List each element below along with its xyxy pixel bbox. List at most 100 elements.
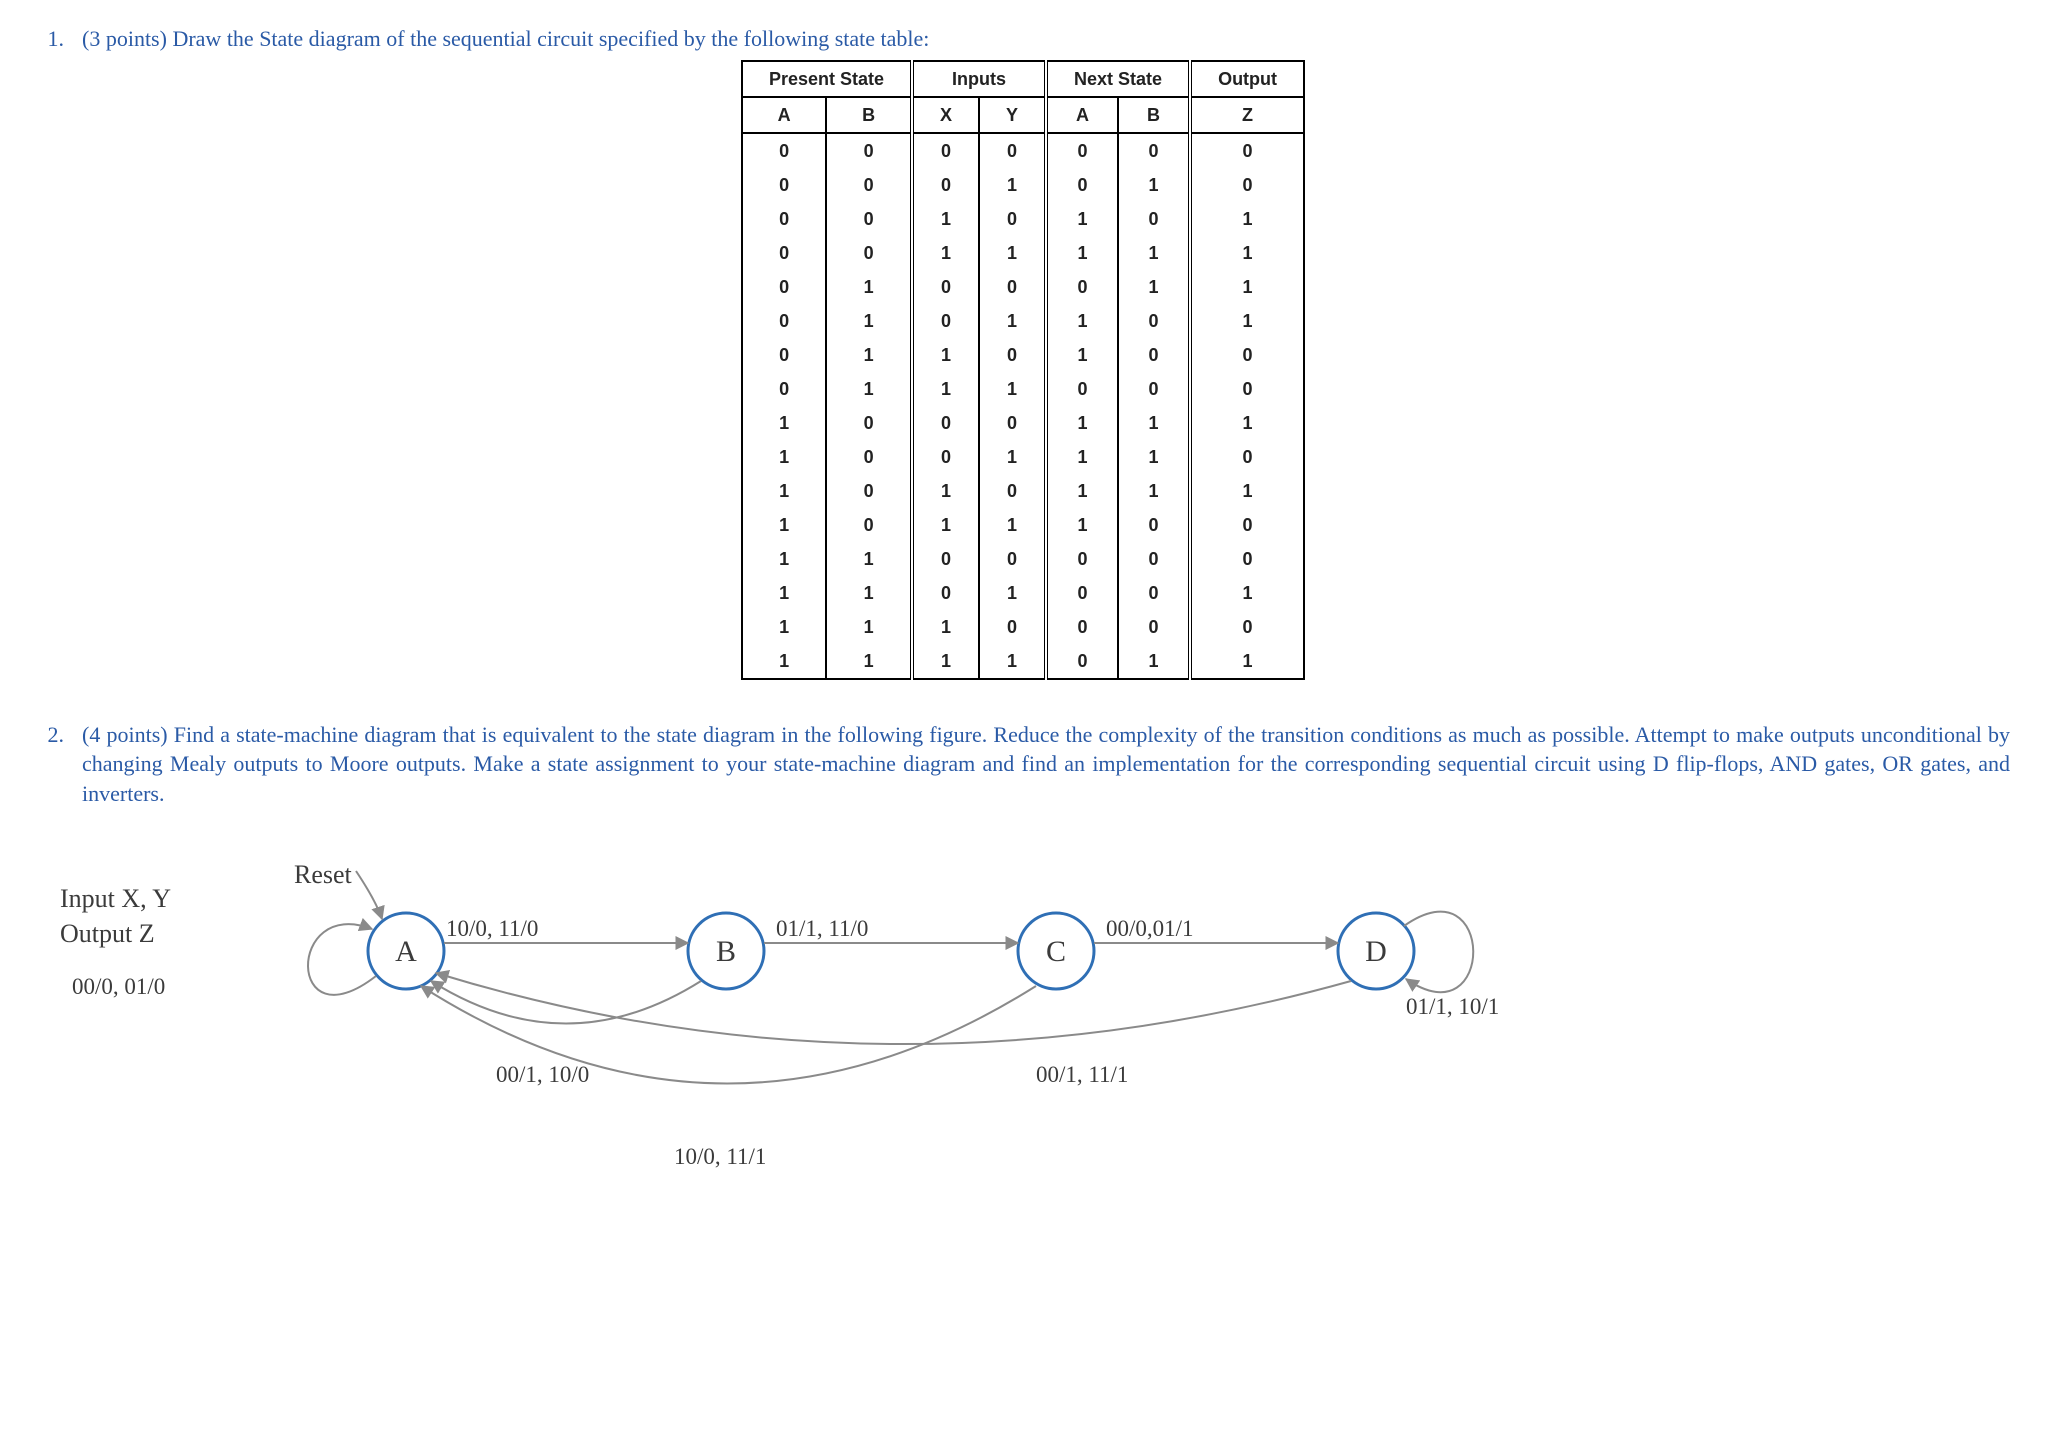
q1-text: (3 points) Draw the State diagram of the…	[82, 24, 2010, 54]
table-cell: 0	[742, 338, 826, 372]
table-cell: 1	[979, 304, 1046, 338]
state-table-body: 0000000000101000101010011111010001101011…	[742, 133, 1304, 679]
state-table: Present State Inputs Next State Output A…	[741, 60, 1305, 680]
table-row: 1101001	[742, 576, 1304, 610]
table-cell: 0	[826, 508, 912, 542]
table-cell: 0	[1046, 576, 1118, 610]
table-cell: 1	[1046, 236, 1118, 270]
sub-A1: A	[742, 97, 826, 133]
state-table-header-groups: Present State Inputs Next State Output	[742, 61, 1304, 97]
table-cell: 0	[826, 202, 912, 236]
table-cell: 1	[826, 576, 912, 610]
table-cell: 1	[1046, 304, 1118, 338]
edge-label-AA: 00/0, 01/0	[72, 971, 165, 1002]
q2-prompt: Find a state-machine diagram that is equ…	[82, 722, 2010, 806]
input-xy-label: Input X, Y	[60, 881, 171, 916]
table-cell: 0	[1046, 133, 1118, 168]
sub-Z: Z	[1190, 97, 1304, 133]
table-cell: 0	[1118, 610, 1190, 644]
table-cell: 0	[912, 270, 979, 304]
table-cell: 1	[826, 644, 912, 679]
table-cell: 0	[979, 338, 1046, 372]
table-cell: 1	[742, 508, 826, 542]
state-diagram-figure: Input X, Y Output Z Reset 00/0, 01/0 10/…	[36, 851, 2010, 1211]
table-row: 0011111	[742, 236, 1304, 270]
table-cell: 1	[826, 270, 912, 304]
table-cell: 0	[1190, 168, 1304, 202]
table-cell: 0	[1118, 338, 1190, 372]
table-cell: 0	[979, 406, 1046, 440]
table-cell: 0	[826, 168, 912, 202]
table-cell: 1	[742, 474, 826, 508]
table-cell: 0	[826, 236, 912, 270]
edge-AA	[308, 924, 376, 995]
table-cell: 0	[1118, 508, 1190, 542]
table-row: 0101101	[742, 304, 1304, 338]
table-cell: 0	[742, 168, 826, 202]
table-cell: 0	[1118, 202, 1190, 236]
edge-BA	[431, 981, 701, 1024]
table-cell: 0	[1190, 508, 1304, 542]
table-cell: 1	[1046, 474, 1118, 508]
q2-prompt-row: 2. (4 points) Find a state-machine diagr…	[36, 720, 2010, 809]
state-diagram-svg: A B C D	[196, 851, 1696, 1211]
table-cell: 0	[979, 542, 1046, 576]
table-cell: 1	[1190, 304, 1304, 338]
table-cell: 0	[979, 270, 1046, 304]
table-cell: 1	[1118, 644, 1190, 679]
table-cell: 0	[826, 474, 912, 508]
table-cell: 0	[826, 133, 912, 168]
table-cell: 0	[1046, 644, 1118, 679]
table-row: 0111000	[742, 372, 1304, 406]
table-cell: 0	[912, 133, 979, 168]
table-cell: 0	[742, 372, 826, 406]
table-cell: 0	[826, 440, 912, 474]
table-cell: 1	[1118, 440, 1190, 474]
table-cell: 1	[1046, 406, 1118, 440]
table-cell: 0	[1118, 576, 1190, 610]
state-C: C	[1018, 913, 1094, 989]
state-B-label: B	[716, 935, 736, 968]
table-cell: 1	[979, 440, 1046, 474]
output-z-label: Output Z	[60, 916, 171, 951]
q1-prompt: Draw the State diagram of the sequential…	[172, 26, 929, 51]
table-cell: 1	[826, 542, 912, 576]
edge-reset-A	[356, 871, 382, 919]
table-cell: 0	[1046, 168, 1118, 202]
table-row: 1100000	[742, 542, 1304, 576]
question-2: 2. (4 points) Find a state-machine diagr…	[36, 720, 2010, 1211]
table-row: 0001010	[742, 168, 1304, 202]
table-cell: 1	[912, 508, 979, 542]
table-cell: 0	[979, 202, 1046, 236]
hdr-next-state: Next State	[1046, 61, 1190, 97]
table-cell: 0	[1190, 610, 1304, 644]
table-cell: 0	[1046, 270, 1118, 304]
table-row: 1110000	[742, 610, 1304, 644]
table-cell: 0	[1190, 542, 1304, 576]
table-cell: 1	[1118, 236, 1190, 270]
table-cell: 0	[1118, 304, 1190, 338]
sub-X: X	[912, 97, 979, 133]
table-cell: 0	[912, 440, 979, 474]
table-row: 1010111	[742, 474, 1304, 508]
table-cell: 1	[912, 610, 979, 644]
table-cell: 0	[1046, 542, 1118, 576]
sub-B1: B	[826, 97, 912, 133]
table-cell: 1	[742, 610, 826, 644]
hdr-output: Output	[1190, 61, 1304, 97]
table-cell: 1	[1046, 202, 1118, 236]
table-cell: 0	[912, 542, 979, 576]
table-cell: 0	[912, 406, 979, 440]
table-row: 1001110	[742, 440, 1304, 474]
state-D: D	[1338, 913, 1414, 989]
table-cell: 1	[826, 610, 912, 644]
q1-prompt-row: 1. (3 points) Draw the State diagram of …	[36, 24, 2010, 54]
table-cell: 0	[742, 304, 826, 338]
q2-number: 2.	[36, 720, 64, 750]
sub-A2: A	[1046, 97, 1118, 133]
state-A-label: A	[395, 935, 417, 968]
state-A: A	[368, 913, 444, 989]
table-cell: 0	[742, 133, 826, 168]
sub-B2: B	[1118, 97, 1190, 133]
table-cell: 0	[1190, 372, 1304, 406]
